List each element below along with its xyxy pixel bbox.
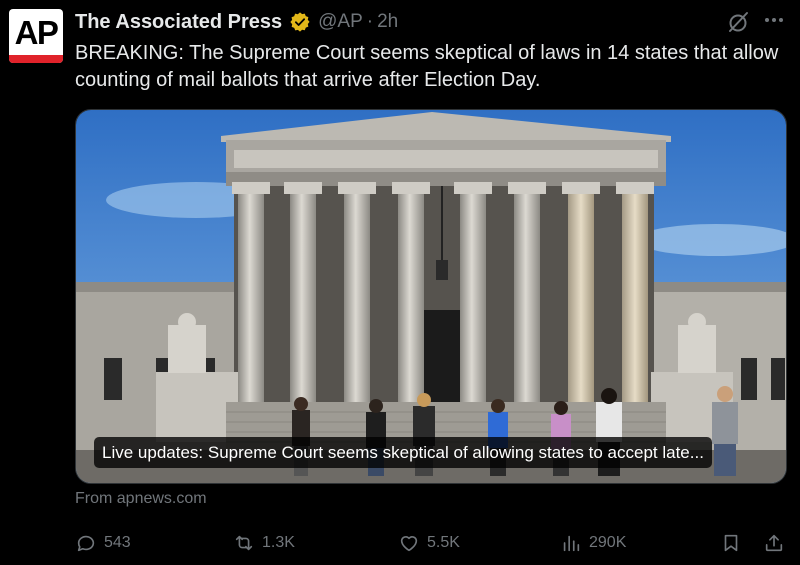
tweet-text: BREAKING: The Supreme Court seems skepti… (75, 42, 779, 91)
views-icon (563, 535, 580, 552)
bookmark-button[interactable] (720, 528, 742, 558)
reply-button[interactable]: 543 (75, 528, 131, 558)
views-count: 290K (589, 534, 627, 551)
card-caption[interactable]: Live updates: Supreme Court seems skepti… (94, 437, 712, 468)
bookmark-icon (724, 534, 738, 552)
separator-dot: · (366, 11, 374, 32)
views-button[interactable]: 290K (560, 528, 626, 558)
avatar-logo-text: AP (14, 14, 59, 51)
reply-count: 543 (104, 534, 131, 551)
repost-button[interactable]: 1.3K (233, 528, 295, 558)
reply-icon (77, 535, 95, 552)
supreme-court-photo (76, 110, 786, 483)
like-count: 5.5K (427, 534, 460, 551)
grok-icon[interactable] (726, 10, 750, 34)
author-handle[interactable]: @AP (318, 11, 363, 33)
timestamp[interactable]: 2h (377, 11, 398, 33)
link-card[interactable]: Live updates: Supreme Court seems skepti… (75, 109, 787, 484)
heart-icon (400, 536, 418, 552)
more-dots-icon (765, 18, 783, 22)
tweet-header: The Associated Press @AP · 2h (75, 9, 398, 35)
card-source[interactable]: From apnews.com (75, 490, 207, 508)
repost-icon (235, 535, 253, 551)
author-name[interactable]: The Associated Press (75, 11, 282, 34)
ap-avatar[interactable]: AP (9, 9, 63, 63)
gold-verified-icon[interactable] (289, 11, 311, 33)
share-button[interactable] (763, 528, 785, 558)
repost-count: 1.3K (262, 534, 295, 551)
avatar-red-bar (9, 55, 63, 63)
like-button[interactable]: 5.5K (398, 528, 460, 558)
more-options-button[interactable] (760, 6, 788, 34)
tweet-actions: 543 1.3K 5.5K 290K (75, 528, 790, 558)
share-icon (765, 534, 783, 552)
